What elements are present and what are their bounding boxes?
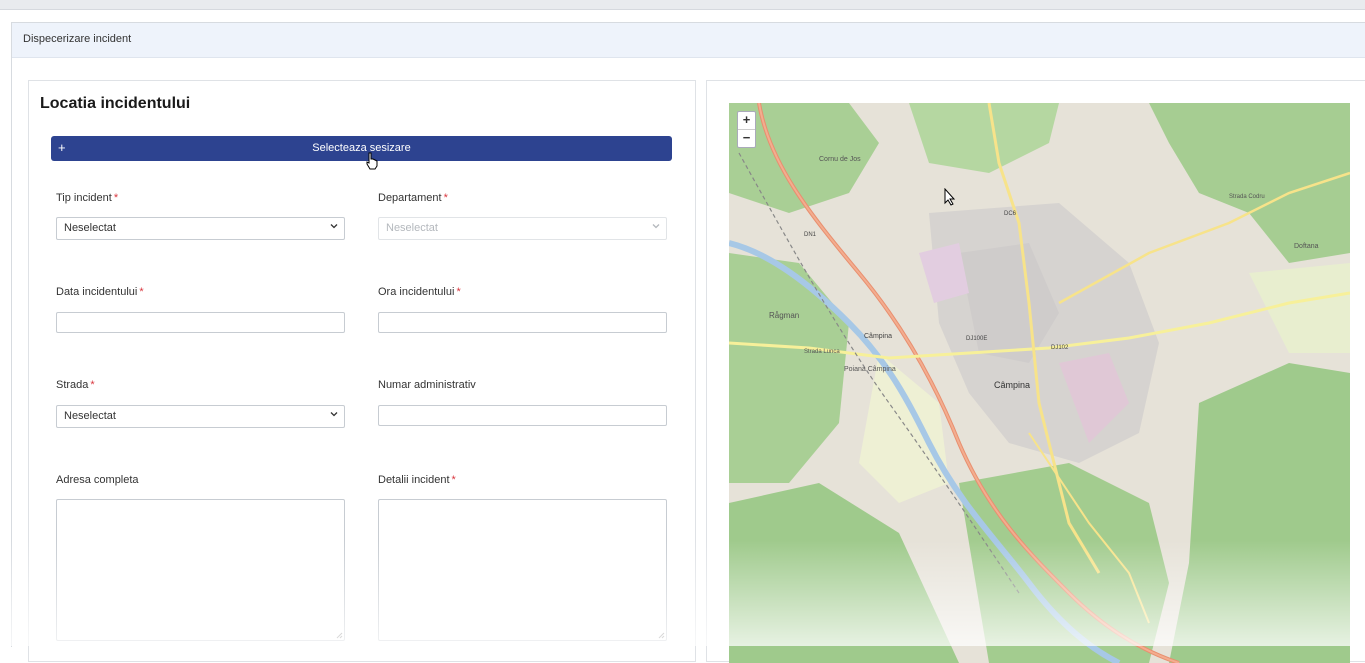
map-label: DJ100E (966, 336, 987, 342)
map-card: Câmpina Câmpina Rågman Poiana Câmpina Co… (706, 80, 1365, 663)
map-label: DJ102 (1051, 345, 1069, 351)
street-select[interactable]: Neselectat (56, 405, 345, 428)
zoom-in-button[interactable]: + (738, 112, 755, 130)
resize-grip-icon[interactable] (657, 631, 665, 639)
map-label: Rågman (769, 311, 799, 320)
top-strip (0, 0, 1365, 10)
admin-number-label: Numar administrativ (378, 379, 476, 391)
chevron-down-icon (330, 224, 338, 229)
incident-time-label: Ora incidentului * (378, 286, 461, 298)
incident-type-label: Tip incident * (56, 192, 119, 204)
incident-date-field[interactable] (56, 312, 345, 333)
map-label: Cornu de Jos (819, 156, 861, 163)
hand-cursor-icon (366, 152, 378, 170)
map-label: Strada Lunca (804, 349, 840, 355)
zoom-out-button[interactable]: − (738, 130, 755, 147)
map-tiles: Câmpina Câmpina Rågman Poiana Câmpina Co… (729, 103, 1350, 663)
department-label: Departament * (378, 192, 448, 204)
map-label: DN1 (804, 232, 817, 238)
incident-type-select[interactable]: Neselectat (56, 217, 345, 240)
select-report-button[interactable]: + Selecteaza sesizare (51, 136, 672, 161)
map-label: Doftana (1294, 243, 1319, 250)
map-view[interactable]: Câmpina Câmpina Rågman Poiana Câmpina Co… (729, 103, 1350, 663)
map-label: DC6 (1004, 211, 1017, 217)
admin-number-field[interactable] (378, 405, 667, 426)
map-label: Strada Codru (1229, 194, 1265, 200)
map-label: Poiana Câmpina (844, 366, 896, 373)
chevron-down-icon (330, 412, 338, 417)
chevron-down-icon (652, 224, 660, 229)
select-report-label: Selecteaza sesizare (312, 142, 411, 154)
incident-date-label: Data incidentului * (56, 286, 144, 298)
full-address-label: Adresa completa (56, 474, 139, 486)
map-zoom-control: + − (737, 111, 756, 148)
breadcrumb-bar: Dispecerizare incident (12, 23, 1365, 58)
incident-location-card: Locatia incidentului + Selecteaza sesiza… (28, 80, 696, 662)
incident-details-textarea[interactable] (378, 499, 667, 641)
department-select[interactable]: Neselectat (378, 217, 667, 240)
street-label: Strada * (56, 379, 95, 391)
page-title: Locatia incidentului (40, 95, 191, 112)
arrow-cursor-icon (944, 188, 956, 206)
resize-grip-icon[interactable] (335, 631, 343, 639)
incident-time-field[interactable] (378, 312, 667, 333)
map-label: Câmpina (864, 333, 892, 340)
incident-details-label: Detalii incident * (378, 474, 456, 486)
breadcrumb: Dispecerizare incident (23, 33, 132, 45)
map-label: Câmpina (994, 380, 1030, 390)
full-address-textarea[interactable] (56, 499, 345, 641)
